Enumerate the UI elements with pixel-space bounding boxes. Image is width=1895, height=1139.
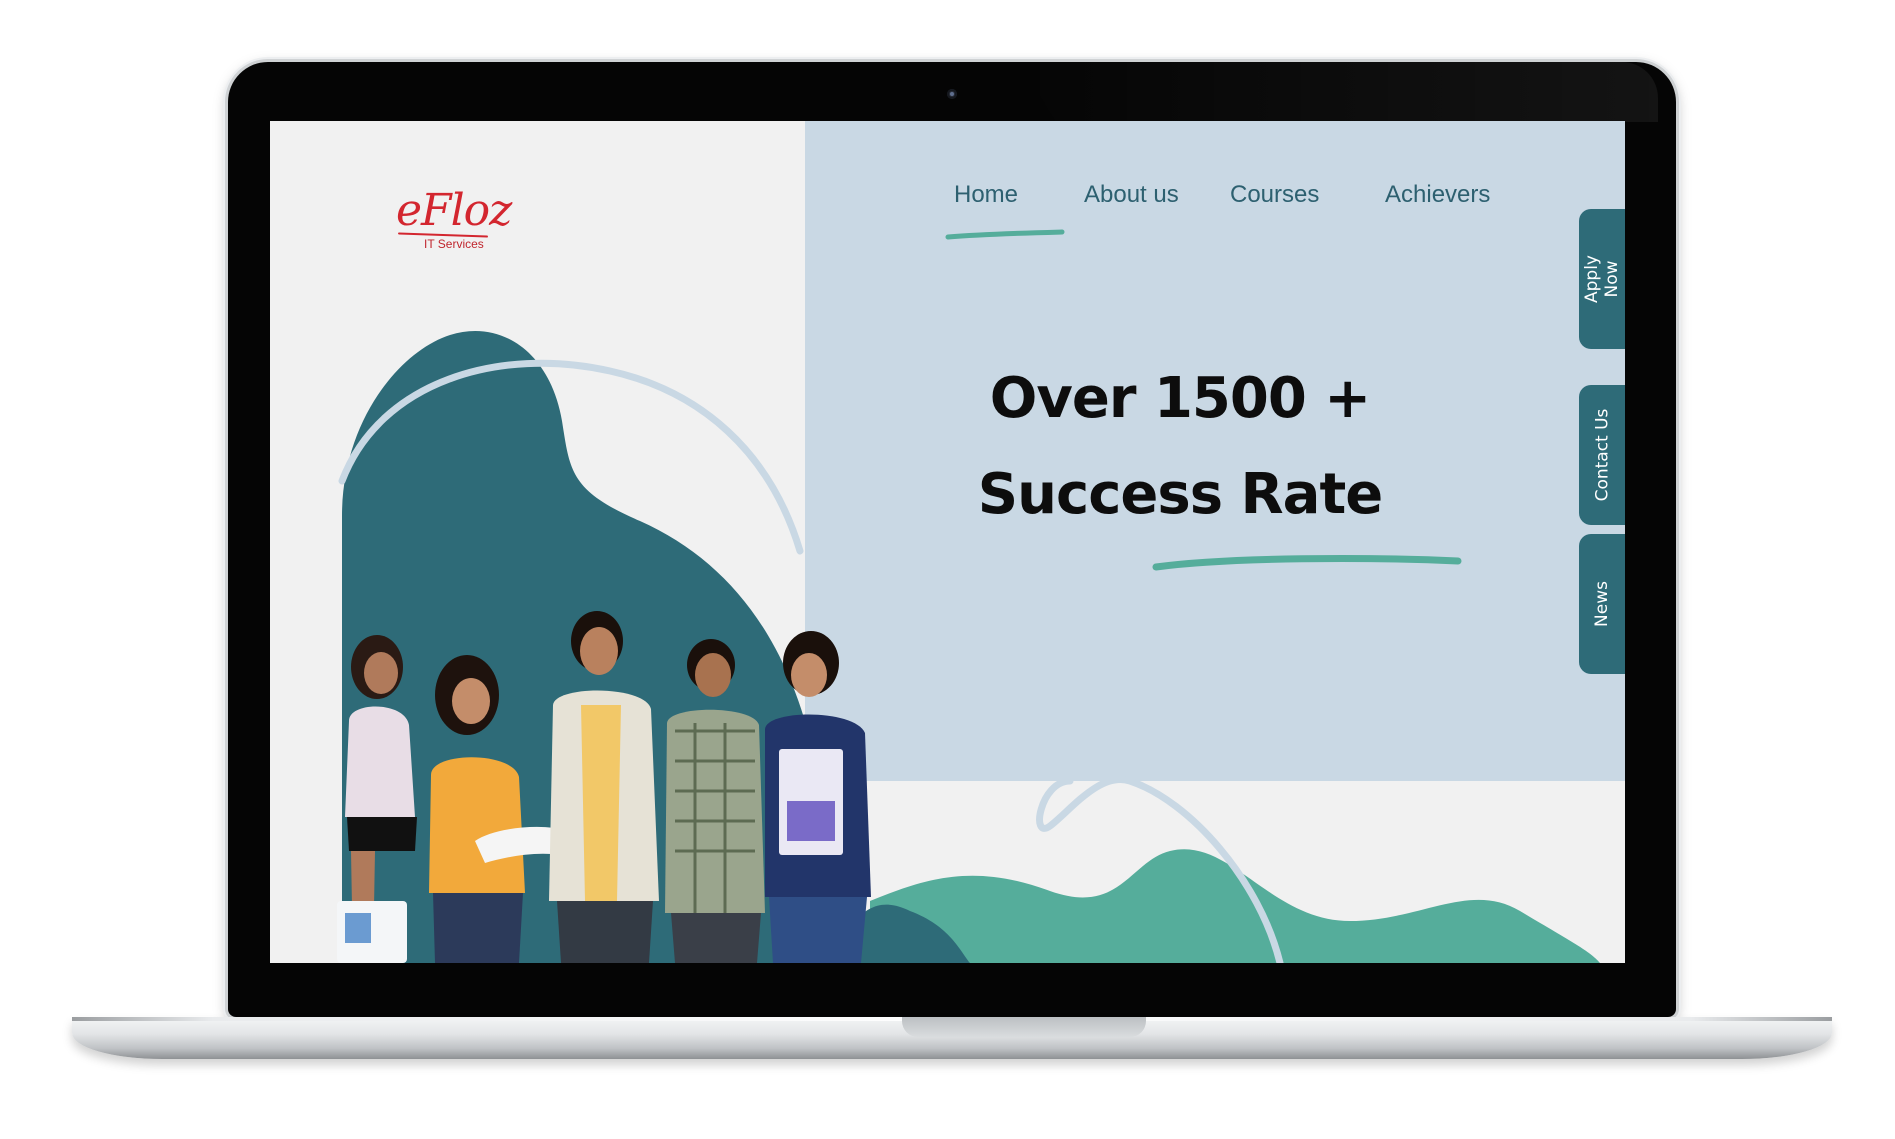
student-1: [337, 635, 417, 963]
logo-subtitle: IT Services: [424, 237, 484, 251]
news-label: News: [1592, 581, 1612, 627]
nav-achievers[interactable]: Achievers: [1385, 181, 1490, 209]
headline-line-2: Success Rate: [977, 462, 1383, 527]
nav-about-us[interactable]: About us: [1084, 181, 1179, 209]
apply-now-tab[interactable]: Apply Now: [1579, 209, 1625, 349]
nav-active-underline: [945, 229, 1065, 240]
headline-line-1: Over 1500 +: [989, 366, 1371, 431]
lid-gloss: [1018, 62, 1658, 122]
contact-us-label: Contact Us: [1592, 408, 1613, 502]
students-photo: [337, 611, 871, 963]
nav-courses[interactable]: Courses: [1230, 181, 1319, 209]
hero-headline: Over 1500 + Success Rate: [890, 351, 1470, 543]
news-tab[interactable]: News: [1579, 534, 1625, 674]
efloz-logo[interactable]: eFloz IT Services: [396, 189, 512, 259]
student-2: [429, 655, 567, 963]
nav-home[interactable]: Home: [954, 181, 1018, 209]
contact-us-tab[interactable]: Contact Us: [1579, 385, 1625, 525]
student-3: [549, 611, 659, 963]
headline-underline: [1152, 555, 1462, 571]
student-4: [665, 639, 765, 963]
website-screen: eFloz IT Services Home About us Courses …: [270, 121, 1625, 963]
laptop-base: [72, 1017, 1832, 1059]
student-5: [765, 631, 871, 963]
laptop-notch: [902, 1017, 1146, 1037]
webcam-icon: [947, 89, 957, 99]
logo-text: eFloz: [396, 185, 512, 236]
apply-now-label: Apply Now: [1582, 255, 1622, 303]
